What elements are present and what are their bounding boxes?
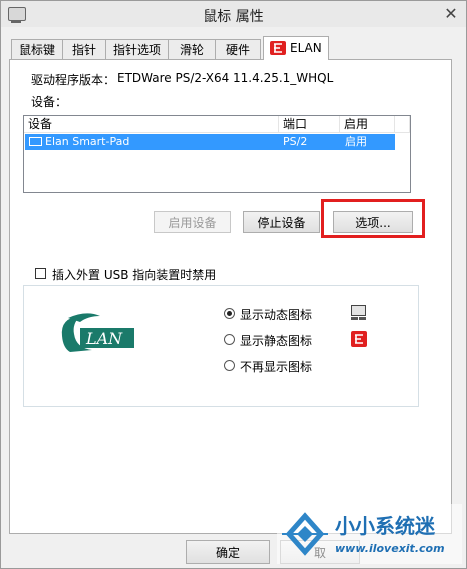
dialog-body: 鼠标键 指针 指针选项 滑轮 硬件 ELAN 驱动程序版本： ETDWare P… — [1, 27, 466, 568]
device-list[interactable]: 设备 端口 启用 Elan Smart-Pad PS/2 启用 — [23, 115, 411, 193]
usb-disable-checkbox[interactable] — [35, 268, 46, 279]
touchpad-icon — [29, 137, 42, 146]
tab-elan[interactable]: ELAN — [263, 36, 329, 60]
tab-hardware[interactable]: 硬件 — [215, 39, 261, 59]
watermark-text: 小小系统迷 — [335, 514, 435, 538]
tab-pointer-options[interactable]: 指针选项 — [105, 39, 169, 59]
column-header-enabled[interactable]: 启用 — [340, 116, 395, 133]
column-header-spacer — [395, 116, 410, 133]
tab-elan-label: ELAN — [290, 41, 322, 55]
ok-button[interactable]: 确定 — [186, 540, 270, 564]
table-row[interactable]: Elan Smart-Pad PS/2 启用 — [25, 134, 395, 150]
disable-device-button[interactable]: 停止设备 — [243, 211, 320, 233]
elan-logo: LAN — [58, 308, 136, 358]
radio-show-static[interactable] — [224, 334, 235, 345]
radio-hide-icon[interactable] — [224, 360, 235, 371]
devices-label: 设备： — [31, 95, 68, 109]
elan-static-icon — [351, 331, 367, 347]
window-title: 鼠标 属性 — [203, 9, 264, 25]
device-port-cell: PS/2 — [283, 135, 308, 148]
radio-show-static-label: 显示静态图标 — [240, 334, 313, 348]
watermark-url: www.ilovexit.com — [335, 542, 445, 555]
close-button[interactable]: ✕ — [442, 5, 460, 23]
enable-device-button[interactable]: 启用设备 — [154, 211, 231, 233]
driver-version-label: 驱动程序版本： — [31, 73, 116, 87]
device-enabled-cell: 启用 — [345, 135, 367, 148]
highlight-box — [321, 199, 425, 238]
touchpad-icon — [350, 305, 368, 321]
radio-show-dynamic-label: 显示动态图标 — [240, 308, 313, 322]
column-header-port[interactable]: 端口 — [279, 116, 340, 133]
device-name-cell: Elan Smart-Pad — [45, 135, 130, 148]
watermark: 小小系统迷 www.ilovexit.com — [277, 504, 462, 564]
tab-mouse-buttons[interactable]: 鼠标键 — [11, 39, 63, 59]
mouse-properties-window: 鼠标 属性 ✕ 鼠标键 指针 指针选项 滑轮 硬件 ELAN 驱动程序版本： E… — [0, 0, 467, 569]
usb-disable-label: 插入外置 USB 指向装置时禁用 — [52, 268, 217, 282]
tray-icon-group: LAN 显示动态图标 显示静态图标 不再显示图标 — [23, 285, 419, 407]
column-header-device[interactable]: 设备 — [24, 116, 279, 133]
elan-logo-icon — [270, 41, 286, 55]
radio-show-dynamic[interactable] — [224, 308, 235, 319]
logo-text: LAN — [85, 329, 123, 348]
title-bar: 鼠标 属性 ✕ — [1, 1, 466, 27]
driver-version-value: ETDWare PS/2-X64 11.4.25.1_WHQL — [117, 71, 334, 85]
radio-hide-icon-label: 不再显示图标 — [240, 360, 313, 374]
tab-pointers[interactable]: 指针 — [62, 39, 106, 59]
tab-wheel[interactable]: 滑轮 — [168, 39, 216, 59]
